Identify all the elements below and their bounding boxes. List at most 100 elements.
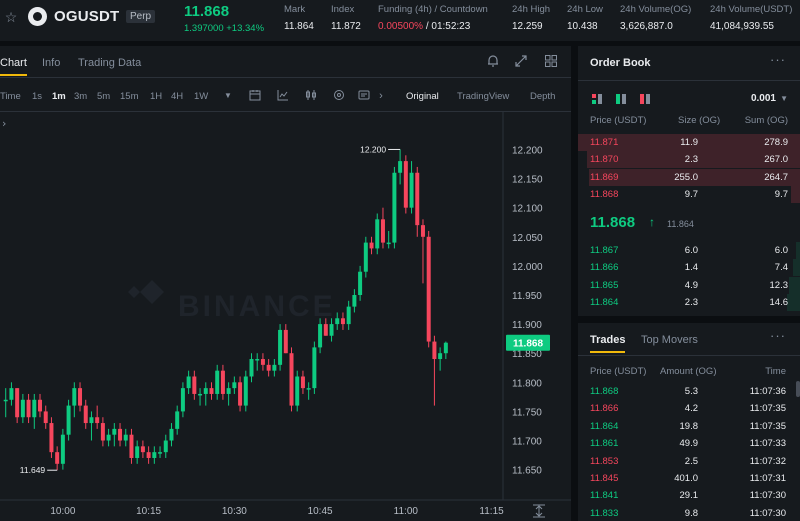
expand-icon[interactable]: [513, 54, 529, 70]
price-cell: 11.869: [590, 171, 619, 183]
trade-time: 11:07:35: [749, 420, 786, 432]
trade-row[interactable]: 11.861 49.9 11:07:33: [578, 435, 800, 452]
funding-rate: 0.00500%: [378, 21, 424, 32]
chevron-down-icon[interactable]: ▼: [780, 94, 788, 103]
candle-body: [55, 452, 60, 464]
candle-body: [78, 388, 83, 406]
candle-body: [9, 388, 14, 400]
timeframe-1s[interactable]: 1s: [32, 91, 42, 102]
trade-row[interactable]: 11.853 2.5 11:07:32: [578, 453, 800, 470]
candle-body: [112, 428, 117, 435]
indicators-icon[interactable]: [332, 89, 346, 103]
timeframe-1m[interactable]: 1m: [52, 91, 66, 102]
line-chart-icon[interactable]: [276, 89, 290, 103]
view-depth[interactable]: Depth: [530, 91, 555, 102]
y-tick-label: 12.000: [512, 262, 543, 273]
candle-body: [409, 172, 414, 208]
stat-index: Index 11.872: [331, 4, 361, 32]
timeframe-time[interactable]: Time: [0, 91, 21, 102]
candle-body: [289, 353, 294, 406]
scrollbar[interactable]: [796, 381, 800, 397]
trade-price: 11.868: [590, 386, 619, 397]
more-icon[interactable]: ···: [770, 52, 786, 67]
candle-body: [415, 172, 420, 226]
stat-funding[interactable]: Funding (4h) / Countdown 0.00500% / 01:5…: [378, 4, 488, 32]
candle-body: [255, 359, 260, 361]
tick-size-select[interactable]: 0.001: [751, 93, 776, 104]
ask-row[interactable]: 11.870 2.3 267.0: [578, 151, 800, 169]
chevron-right-icon[interactable]: ›: [2, 117, 6, 130]
chart-canvas[interactable]: BINANCE 12.200 12.150 12.100 12.050 12.000 11.…: [0, 112, 571, 521]
trade-row[interactable]: 11.833 9.8 11:07:30: [578, 505, 800, 521]
bid-row[interactable]: 11.867 6.0 6.0: [578, 242, 800, 259]
tab-chart[interactable]: Chart: [0, 57, 27, 76]
view-original[interactable]: Original: [406, 91, 439, 102]
depth-bar: [795, 242, 800, 259]
chevron-right-icon[interactable]: ›: [374, 89, 388, 103]
tab-top-movers[interactable]: Top Movers: [641, 334, 698, 346]
trade-row[interactable]: 11.864 19.8 11:07:35: [578, 418, 800, 435]
candle-body: [192, 376, 197, 394]
size-cell: 2.3: [684, 296, 698, 308]
trade-time: 11:07:31: [749, 473, 786, 484]
tab-trades[interactable]: Trades: [590, 334, 626, 353]
trade-row[interactable]: 11.866 4.2 11:07:35: [578, 400, 800, 417]
settings-icon[interactable]: [357, 89, 371, 103]
candlestick-chart[interactable]: BINANCE 12.200 12.150 12.100 12.050 12.000 11.…: [0, 112, 571, 521]
candle-type-icon[interactable]: [304, 89, 318, 103]
timeframe-3m[interactable]: 3m: [74, 91, 87, 102]
stat-label: 24h Volume(USDT): [710, 4, 793, 15]
trade-row[interactable]: 11.845 401.0 11:07:31: [578, 470, 800, 487]
candle-body: [312, 347, 317, 389]
timeframe-1h[interactable]: 1H: [150, 91, 162, 102]
star-icon[interactable]: ☆: [3, 9, 19, 25]
trade-price: 11.861: [590, 438, 619, 450]
symbol-name[interactable]: OGUSDT: [54, 8, 119, 25]
more-icon[interactable]: ···: [770, 328, 786, 343]
ask-row[interactable]: 11.869 255.0 264.7: [578, 168, 800, 186]
y-tick-label: 11.800: [512, 378, 542, 389]
depth-bar: [786, 293, 800, 311]
grid-icon[interactable]: [543, 54, 559, 70]
sum-cell: 9.7: [774, 188, 788, 200]
max-price-label: 12.200: [360, 144, 386, 154]
timeframe-1w[interactable]: 1W: [194, 91, 208, 102]
bell-icon[interactable]: [485, 54, 501, 70]
candle-body: [232, 382, 237, 389]
orderbook-asks-icon[interactable]: [640, 94, 650, 104]
candle-body: [243, 376, 248, 406]
arrow-up-icon: ↑: [649, 215, 655, 229]
bid-row[interactable]: 11.866 1.4 7.4: [578, 259, 800, 277]
orderbook-bids-icon[interactable]: [616, 94, 626, 104]
order-book-title: Order Book: [590, 57, 651, 69]
timeframe-5m[interactable]: 5m: [97, 91, 110, 102]
sum-cell: 264.7: [764, 171, 788, 183]
bid-row[interactable]: 11.864 2.3 14.6: [578, 293, 800, 311]
trade-time: 11:07:30: [749, 490, 786, 502]
trade-row[interactable]: 11.841 29.1 11:07:30: [578, 487, 800, 504]
candle-body: [49, 423, 54, 453]
candle-body: [180, 388, 185, 412]
stat-24h-volume-og: 24h Volume(OG) 3,626,887.0: [620, 4, 691, 32]
timeframe-dropdown-icon[interactable]: ▼: [221, 89, 235, 103]
ask-row[interactable]: 11.871 11.9 278.9: [578, 134, 800, 151]
calendar-icon[interactable]: [248, 89, 262, 103]
price-cell: 11.864: [590, 296, 619, 308]
candle-body: [352, 294, 357, 307]
trade-row[interactable]: 11.868 5.3 11:07:36: [578, 383, 800, 400]
candle-body: [375, 219, 380, 249]
tab-info[interactable]: Info: [42, 57, 60, 69]
timeframe-15m[interactable]: 15m: [120, 91, 138, 102]
bid-row[interactable]: 11.865 4.9 12.3: [578, 276, 800, 294]
view-tradingview[interactable]: TradingView: [457, 91, 509, 102]
candle-body: [272, 364, 277, 371]
sum-cell: 12.3: [769, 279, 789, 291]
tab-trading-data[interactable]: Trading Data: [78, 57, 141, 69]
trade-price: 11.841: [590, 490, 619, 502]
auto-scale-icon[interactable]: [533, 504, 545, 518]
ask-row[interactable]: 11.868 9.7 9.7: [578, 185, 800, 203]
orderbook-both-icon[interactable]: [592, 94, 602, 104]
timeframe-4h[interactable]: 4H: [171, 91, 183, 102]
candle-body: [363, 242, 368, 272]
stat-label: 24h Volume(OG): [620, 4, 692, 15]
